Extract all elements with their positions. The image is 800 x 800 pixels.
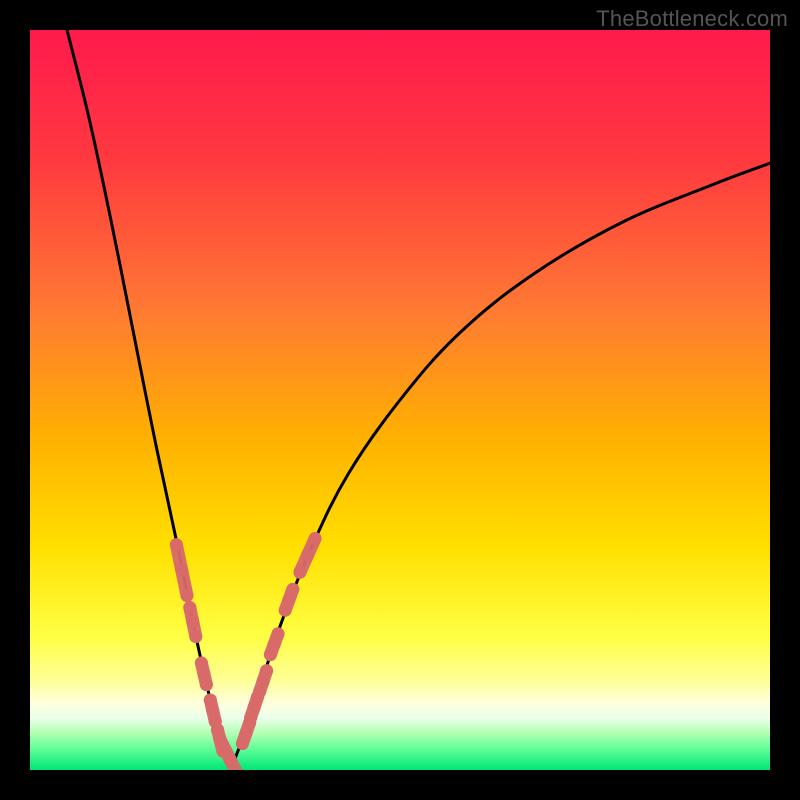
marker-dot xyxy=(240,727,253,740)
marker-clusters xyxy=(170,532,322,770)
marker-dot xyxy=(197,667,210,680)
marker-dot xyxy=(200,678,213,691)
marker-dot xyxy=(170,538,183,551)
marker-dot xyxy=(189,630,202,643)
outer-frame: TheBottleneck.com xyxy=(0,0,800,800)
marker-dot xyxy=(213,733,226,746)
chart-svg xyxy=(30,30,770,770)
marker-dot xyxy=(283,593,296,606)
curve-right-arm xyxy=(234,163,771,762)
marker-dot xyxy=(248,701,261,714)
marker-dot xyxy=(301,549,314,562)
marker-dot xyxy=(181,589,194,602)
marker-dot xyxy=(204,694,217,707)
marker-dot xyxy=(183,601,196,614)
marker-dot xyxy=(186,616,199,629)
watermark-text: TheBottleneck.com xyxy=(596,6,788,32)
bottleneck-curve xyxy=(67,30,770,765)
curve-left-arm xyxy=(67,30,226,763)
marker-dot xyxy=(195,657,208,670)
marker-dot xyxy=(206,704,219,717)
plot-area xyxy=(30,30,770,770)
marker-dot xyxy=(309,532,322,545)
marker-dot xyxy=(223,752,236,765)
marker-dot xyxy=(293,566,306,579)
marker-dot xyxy=(257,675,270,688)
marker-dot xyxy=(268,638,281,651)
marker-dot xyxy=(175,564,188,577)
